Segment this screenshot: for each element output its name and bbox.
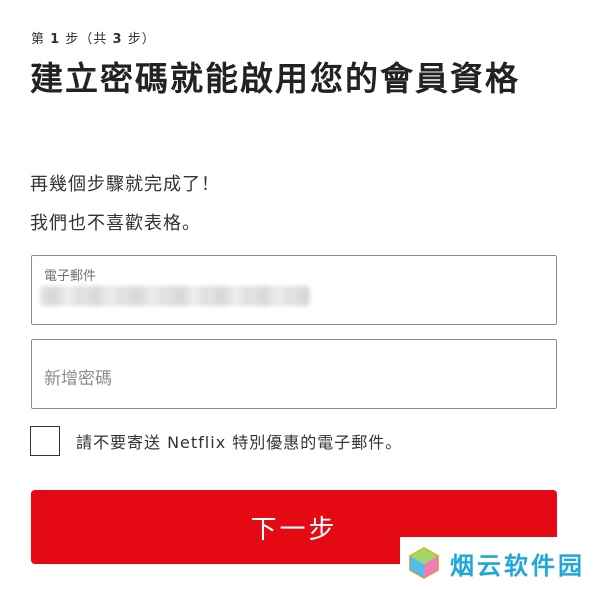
subtitle-almost-done: 再幾個步驟就完成了！ <box>30 174 220 195</box>
step-suffix: 步） <box>127 32 156 47</box>
email-field[interactable]: 電子郵件 <box>31 255 557 325</box>
password-field[interactable]: 新增密碼 <box>31 339 557 409</box>
subtitle-no-forms: 我們也不喜歡表格。 <box>30 213 201 234</box>
step-current: 1 <box>50 32 61 47</box>
step-prefix: 第 <box>31 32 46 47</box>
watermark-text: 烟云软件园 <box>450 551 585 580</box>
step-middle: 步（共 <box>65 32 108 47</box>
password-placeholder: 新增密碼 <box>44 369 112 389</box>
page-title: 建立密碼就能啟用您的會員資格 <box>30 59 520 98</box>
email-field-label: 電子郵件 <box>44 269 97 284</box>
opt-out-label[interactable]: 請不要寄送 Netflix 特別優惠的電子郵件。 <box>76 429 402 453</box>
email-value-redacted <box>40 286 310 306</box>
watermark: 烟云软件园 <box>400 537 600 589</box>
signup-page: 第 1 步（共 3 步） 建立密碼就能啟用您的會員資格 再幾個步驟就完成了！ 我… <box>0 0 600 589</box>
step-total: 3 <box>112 32 123 47</box>
opt-out-checkbox[interactable] <box>30 426 60 456</box>
opt-out-row[interactable]: 請不要寄送 Netflix 特別優惠的電子郵件。 <box>30 425 402 457</box>
watermark-logo-icon <box>409 546 439 580</box>
step-indicator: 第 1 步（共 3 步） <box>31 28 156 47</box>
